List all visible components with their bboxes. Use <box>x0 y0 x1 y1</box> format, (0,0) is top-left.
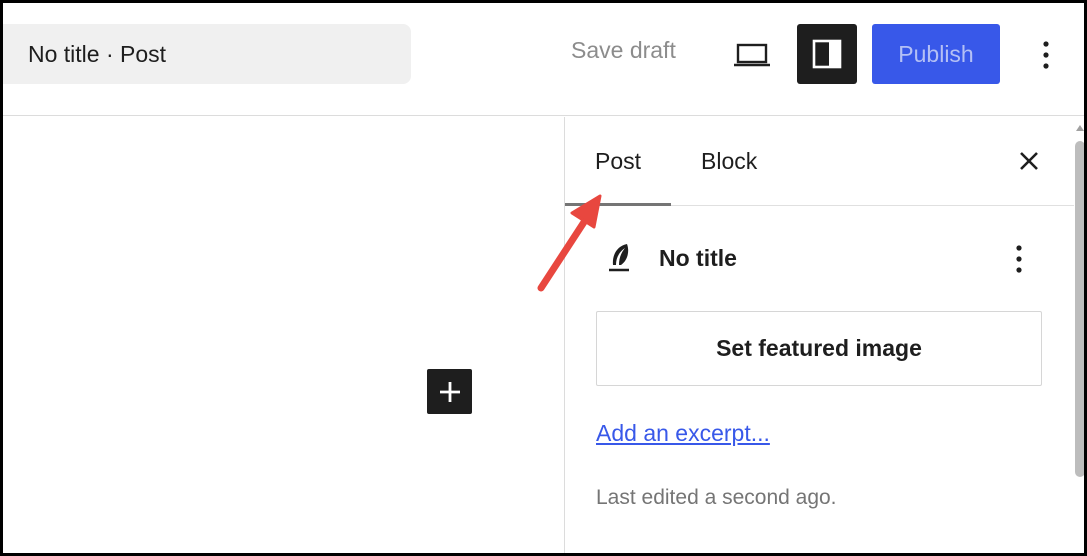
vertical-ellipsis-icon <box>1016 245 1022 273</box>
scrollbar-thumb[interactable] <box>1075 141 1084 477</box>
close-icon <box>1020 152 1038 170</box>
tab-post[interactable]: Post <box>565 117 671 206</box>
last-edited-text: Last edited a second ago. <box>596 486 837 509</box>
add-excerpt-link[interactable]: Add an excerpt... <box>596 420 770 447</box>
sidebar-tabs: Post Block <box>565 117 1074 206</box>
vertical-ellipsis-icon <box>1043 41 1049 69</box>
settings-toggle-button[interactable] <box>797 24 857 84</box>
editor-window: No title · Post Save draft Publish Post … <box>0 0 1087 556</box>
publish-button[interactable]: Publish <box>872 24 1000 84</box>
plus-icon <box>439 381 460 402</box>
document-title-bar[interactable]: No title · Post <box>3 24 411 84</box>
block-inserter-button[interactable] <box>427 369 472 414</box>
document-title: No title · Post <box>28 40 167 67</box>
post-actions-menu-button[interactable] <box>1005 239 1033 279</box>
laptop-icon <box>734 43 770 67</box>
options-menu-button[interactable] <box>1029 35 1063 75</box>
scroll-up-arrow-icon[interactable] <box>1076 125 1084 131</box>
save-draft-button[interactable]: Save draft <box>571 37 676 64</box>
post-summary: No title <box>605 239 1045 279</box>
set-featured-image-button[interactable]: Set featured image <box>596 311 1042 386</box>
post-title: No title <box>659 245 737 271</box>
editor-canvas[interactable] <box>3 117 565 553</box>
tab-post-label: Post <box>594 147 642 174</box>
editor-header: No title · Post Save draft Publish <box>3 3 1084 116</box>
close-sidebar-button[interactable] <box>1013 145 1045 177</box>
tab-block-label: Block <box>701 147 758 174</box>
feather-icon <box>609 244 629 272</box>
settings-sidebar: Post Block No title Set featured image A… <box>564 117 1074 553</box>
sidebar-scrollbar[interactable] <box>1074 117 1084 553</box>
preview-button[interactable] <box>730 35 774 75</box>
tab-block[interactable]: Block <box>701 117 759 205</box>
sidebar-toggle-icon <box>812 39 842 69</box>
